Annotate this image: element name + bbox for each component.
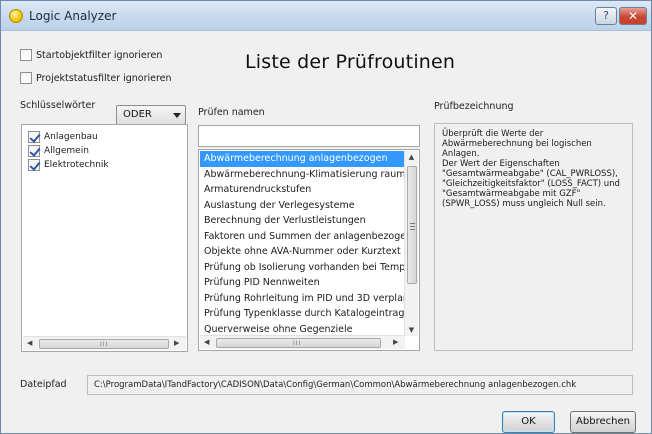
scroll-left-arrow-icon[interactable]: ◀: [204, 338, 209, 346]
checkbox-checked-icon[interactable]: [28, 130, 40, 143]
keyword-item[interactable]: Elektrotechnik: [22, 158, 187, 171]
help-button[interactable]: ?: [595, 7, 617, 25]
routine-item[interactable]: Abwärmeberechnung anlagenbezogen: [200, 151, 405, 167]
routine-item[interactable]: Prüfung Rohrleitung im PID und 3D verpla…: [200, 291, 405, 307]
checkbox-box[interactable]: [20, 72, 32, 84]
chevron-down-icon: [173, 113, 181, 118]
scroll-right-arrow-icon[interactable]: ▶: [393, 338, 398, 346]
routine-item[interactable]: Querverweise ohne Gegenziele: [200, 322, 405, 337]
scroll-down-arrow-icon[interactable]: ▼: [405, 326, 418, 334]
logic-analyzer-icon: [9, 9, 23, 23]
keywords-list[interactable]: Anlagenbau Allgemein Elektrotechnik ◀ II…: [21, 124, 188, 352]
grip-icon: III: [100, 341, 109, 348]
start-object-filter-label: Startobjektfilter ignorieren: [36, 49, 163, 61]
file-path-field: C:\ProgramData\ITandFactory\CADISON\Data…: [87, 375, 633, 395]
routine-item[interactable]: Berechnung der Verlustleistungen: [200, 213, 405, 229]
scroll-up-arrow-icon[interactable]: ▲: [405, 153, 418, 161]
keywords-label: Schlüsselwörter: [20, 100, 96, 111]
operator-value: ODER: [123, 109, 152, 120]
project-status-filter-label: Projektstatusfilter ignorieren: [36, 72, 172, 84]
scrollbar-thumb[interactable]: III: [39, 339, 169, 349]
project-status-filter-checkbox[interactable]: Projektstatusfilter ignorieren: [20, 70, 172, 86]
ok-button[interactable]: OK: [502, 411, 555, 433]
operator-dropdown[interactable]: ODER: [116, 105, 186, 125]
cancel-button[interactable]: Abbrechen: [570, 411, 636, 433]
keyword-item[interactable]: Anlagenbau: [22, 130, 187, 143]
title-bar[interactable]: Logic Analyzer ? ✕: [1, 1, 651, 31]
checkbox-checked-icon[interactable]: [28, 144, 40, 157]
keyword-item[interactable]: Allgemein: [22, 144, 187, 157]
routine-search-input[interactable]: [198, 125, 420, 147]
window-title: Logic Analyzer: [29, 9, 117, 23]
routine-item[interactable]: Prüfung ob Isolierung vorhanden bei Temp…: [200, 260, 405, 276]
keyword-label: Allgemein: [44, 145, 89, 156]
routine-item[interactable]: Prüfung PID Nennweiten: [200, 275, 405, 291]
description-panel: Überprüft die Werte der Abwärmeberechnun…: [434, 123, 633, 351]
description-label: Prüfbezeichnung: [434, 101, 514, 112]
logic-analyzer-window: Logic Analyzer ? ✕ Startobjektfilter ign…: [0, 0, 652, 434]
routine-item[interactable]: Prüfung Typenklasse durch Katalogeintrag…: [200, 306, 405, 322]
vertical-scrollbar[interactable]: ▲ ▼: [404, 151, 418, 336]
routine-item[interactable]: Abwärmeberechnung-Klimatisierung raumbez…: [200, 167, 405, 183]
routine-item[interactable]: Objekte ohne AVA-Nummer oder Kurztext: [200, 244, 405, 260]
routine-items: Abwärmeberechnung anlagenbezogen Abwärmeb…: [200, 151, 405, 336]
scroll-right-arrow-icon[interactable]: ▶: [174, 339, 179, 347]
keyword-label: Anlagenbau: [44, 131, 98, 142]
routines-list[interactable]: Abwärmeberechnung anlagenbezogen Abwärmeb…: [198, 149, 420, 351]
description-text: Überprüft die Werte der Abwärmeberechnun…: [442, 129, 620, 209]
routine-item[interactable]: Auslastung der Verlegesysteme: [200, 198, 405, 214]
routines-label: Prüfen namen: [198, 107, 265, 118]
routine-item[interactable]: Faktoren und Summen der anlagenbezogenen: [200, 229, 405, 245]
scrollbar-thumb[interactable]: [407, 166, 417, 284]
grip-icon: [410, 223, 415, 224]
horizontal-scrollbar[interactable]: ◀ III ▶: [23, 336, 186, 350]
start-object-filter-checkbox[interactable]: Startobjektfilter ignorieren: [20, 47, 162, 63]
page-title: Liste der Prüfroutinen: [245, 51, 456, 73]
keyword-label: Elektrotechnik: [44, 159, 109, 170]
scroll-left-arrow-icon[interactable]: ◀: [27, 339, 32, 347]
scrollbar-thumb[interactable]: III: [216, 338, 381, 348]
close-button[interactable]: ✕: [619, 7, 647, 25]
file-path-label: Dateipfad: [20, 379, 67, 390]
horizontal-scrollbar[interactable]: ◀ III ▶: [200, 335, 405, 349]
checkbox-box[interactable]: [20, 49, 32, 61]
grip-icon: III: [293, 340, 302, 347]
routine-item[interactable]: Armaturendruckstufen: [200, 182, 405, 198]
checkbox-checked-icon[interactable]: [28, 158, 40, 171]
